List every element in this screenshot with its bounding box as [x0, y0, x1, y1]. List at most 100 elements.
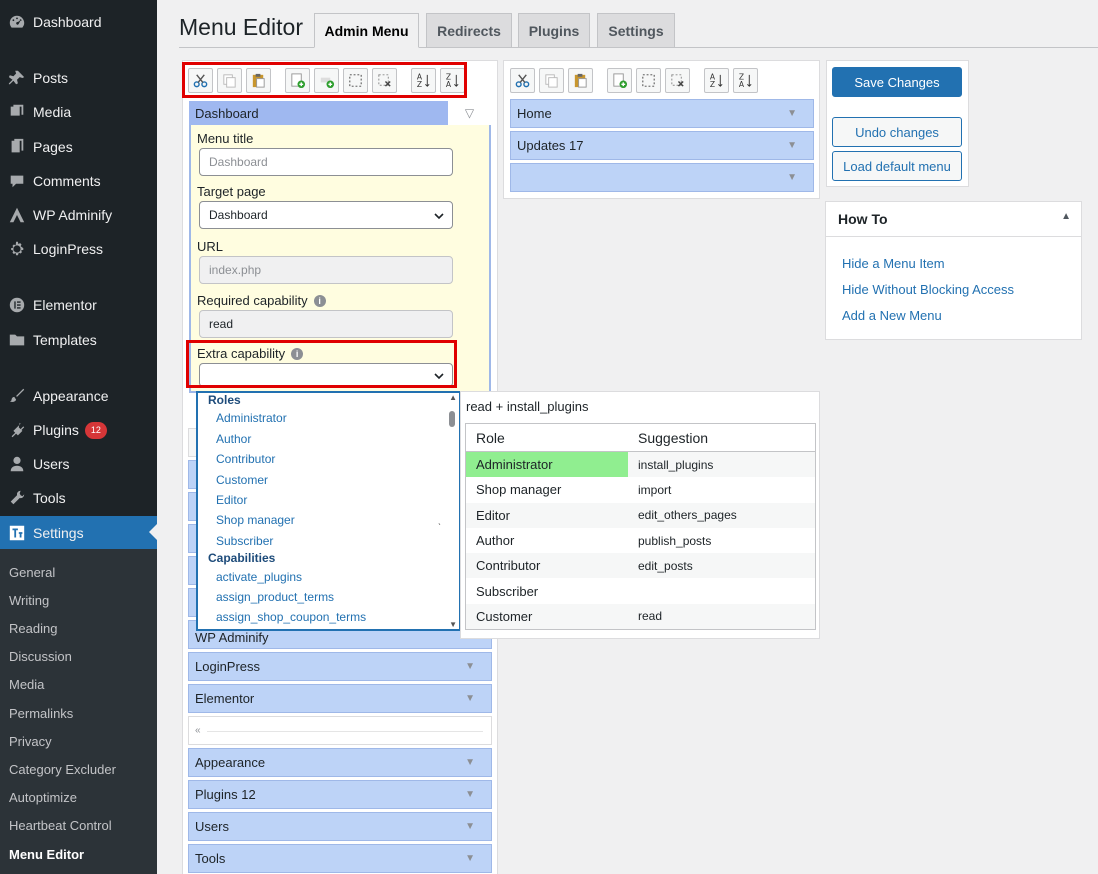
table-row[interactable]: Customer read	[466, 603, 815, 630]
capability-option[interactable]: assign_shop_coupon_terms	[216, 610, 366, 624]
load-default-menu-button[interactable]: Load default menu	[832, 151, 962, 181]
submenu-menu-editor[interactable]: Menu Editor	[9, 847, 84, 862]
expand-icon[interactable]: ▼	[465, 821, 475, 832]
submenu-media[interactable]: Media	[9, 677, 44, 692]
delete-button[interactable]	[665, 68, 690, 93]
menu-separator[interactable]: «	[188, 716, 492, 745]
table-row[interactable]: Shop manager import	[466, 477, 815, 502]
menu-item-loginpress[interactable]: LoginPress ▼	[188, 652, 492, 681]
menu-title-input[interactable]: Dashboard	[199, 148, 453, 176]
list-scrollbar[interactable]: ▲ ▼	[447, 393, 457, 629]
capability-option[interactable]: activate_plugins	[216, 570, 302, 584]
sidebar-item-label: Appearance	[33, 388, 109, 404]
scrollbar-thumb[interactable]	[449, 411, 455, 427]
expand-icon[interactable]: ▼	[465, 853, 475, 864]
table-row[interactable]: Author publish_posts	[466, 528, 815, 553]
capability-dropdown-list[interactable]: Roles Administrator Author Contributor C…	[196, 391, 461, 631]
tab-admin-menu[interactable]: Admin Menu	[314, 13, 419, 48]
save-changes-button[interactable]: Save Changes	[832, 67, 962, 97]
sidebar-item-tools[interactable]: Tools	[0, 482, 157, 514]
dashboard-icon	[0, 13, 33, 31]
url-input[interactable]: index.php	[199, 256, 453, 284]
expand-icon[interactable]: ▼	[465, 693, 475, 704]
collapse-toggle-icon[interactable]: ▽	[448, 101, 491, 125]
tab-redirects[interactable]: Redirects	[426, 13, 512, 48]
sidebar-item-users[interactable]: Users	[0, 448, 157, 480]
menu-item-appearance[interactable]: Appearance ▼	[188, 748, 492, 777]
submenu-heartbeat-control[interactable]: Heartbeat Control	[9, 818, 112, 833]
sidebar-item-wp-adminify[interactable]: WP Adminify	[0, 199, 157, 231]
menu-item-plugins[interactable]: Plugins 12 ▼	[188, 780, 492, 809]
select-button[interactable]	[636, 68, 661, 93]
howto-link-hide-menu-item[interactable]: Hide a Menu Item	[842, 256, 945, 271]
sidebar-item-settings[interactable]: Settings	[0, 516, 157, 549]
submenu-toolbar: AZ ZA	[510, 68, 758, 93]
sidebar-item-comments[interactable]: Comments	[0, 165, 157, 197]
paste-button[interactable]	[568, 68, 593, 93]
role-option[interactable]: Shop manager	[216, 513, 295, 527]
expand-icon[interactable]: ▼	[465, 661, 475, 672]
menu-item-elementor[interactable]: Elementor ▼	[188, 684, 492, 713]
target-page-select[interactable]: Dashboard	[199, 201, 453, 229]
sidebar-item-appearance[interactable]: Appearance	[0, 380, 157, 412]
sidebar-item-posts[interactable]: Posts	[0, 62, 157, 94]
expand-icon[interactable]: ▼	[787, 140, 797, 151]
submenu-reading[interactable]: Reading	[9, 621, 57, 636]
sidebar-item-dashboard[interactable]: Dashboard	[0, 6, 157, 38]
undo-changes-button[interactable]: Undo changes	[832, 117, 962, 147]
menu-item-dashboard[interactable]: Dashboard	[189, 101, 448, 125]
submenu-autoptimize[interactable]: Autoptimize	[9, 790, 77, 805]
sidebar-item-plugins[interactable]: Plugins 12	[0, 414, 157, 446]
table-row[interactable]: Subscriber	[466, 578, 815, 603]
sidebar-item-elementor[interactable]: Elementor	[0, 289, 157, 321]
menu-item-label: WP Adminify	[195, 630, 269, 645]
scroll-down-icon[interactable]: ▼	[449, 620, 457, 629]
expand-icon[interactable]: ▼	[465, 789, 475, 800]
copy-button[interactable]	[539, 68, 564, 93]
elementor-icon	[0, 296, 33, 314]
sidebar-item-loginpress[interactable]: LoginPress	[0, 233, 157, 265]
sidebar-item-label: Users	[33, 456, 70, 472]
collapse-up-icon[interactable]: ▲	[1061, 211, 1071, 222]
new-menu-button[interactable]	[607, 68, 632, 93]
role-option[interactable]: Subscriber	[216, 534, 273, 548]
tab-settings[interactable]: Settings	[597, 13, 675, 48]
info-icon[interactable]: i	[313, 294, 326, 307]
expand-icon[interactable]: ▼	[465, 757, 475, 768]
expand-icon[interactable]: ▼	[787, 172, 797, 183]
scroll-up-icon[interactable]: ▲	[449, 393, 457, 402]
role-cell: Administrator	[466, 452, 628, 478]
submenu-category-excluder[interactable]: Category Excluder	[9, 762, 116, 777]
tab-plugins[interactable]: Plugins	[518, 13, 590, 48]
capability-option[interactable]: assign_product_terms	[216, 590, 334, 604]
howto-header[interactable]: How To ▲	[826, 202, 1081, 237]
sidebar-item-media[interactable]: Media	[0, 96, 157, 128]
table-row[interactable]: Contributor edit_posts	[466, 553, 815, 579]
submenu-item-home[interactable]: Home ▼	[510, 99, 814, 128]
required-capability-input[interactable]: read	[199, 310, 453, 338]
role-option[interactable]: Author	[216, 432, 251, 446]
role-option[interactable]: Administrator	[216, 411, 287, 425]
menu-item-tools[interactable]: Tools ▼	[188, 844, 492, 873]
sidebar-item-templates[interactable]: Templates	[0, 324, 157, 356]
cut-button[interactable]	[510, 68, 535, 93]
submenu-discussion[interactable]: Discussion	[9, 649, 72, 664]
submenu-permalinks[interactable]: Permalinks	[9, 706, 73, 721]
howto-link-add-new-menu[interactable]: Add a New Menu	[842, 308, 942, 323]
role-option[interactable]: Customer	[216, 473, 268, 487]
submenu-writing[interactable]: Writing	[9, 593, 49, 608]
sidebar-item-pages[interactable]: Pages	[0, 131, 157, 163]
sort-ascending-button[interactable]: AZ	[704, 68, 729, 93]
expand-icon[interactable]: ▼	[787, 108, 797, 119]
role-option[interactable]: Editor	[216, 493, 247, 507]
menu-item-users[interactable]: Users ▼	[188, 812, 492, 841]
sort-descending-button[interactable]: ZA	[733, 68, 758, 93]
submenu-item-empty[interactable]: ▼	[510, 163, 814, 192]
submenu-privacy[interactable]: Privacy	[9, 734, 52, 749]
submenu-item-updates[interactable]: Updates 17 ▼	[510, 131, 814, 160]
submenu-general[interactable]: General	[9, 565, 55, 580]
table-row[interactable]: Editor edit_others_pages	[466, 502, 815, 528]
role-option[interactable]: Contributor	[216, 452, 275, 466]
howto-link-hide-without-blocking[interactable]: Hide Without Blocking Access	[842, 282, 1014, 297]
table-row[interactable]: Administrator install_plugins	[466, 452, 815, 478]
